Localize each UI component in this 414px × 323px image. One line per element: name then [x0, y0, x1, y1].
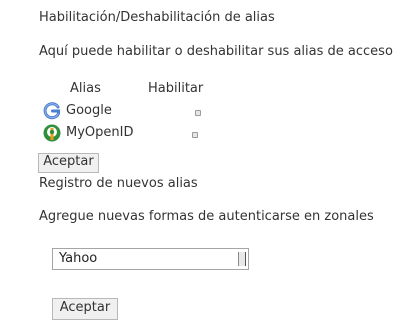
accept-register-button[interactable]: Aceptar	[52, 298, 118, 320]
alias-column-header: Alias	[70, 81, 101, 96]
alias-section-title: Habilitación/Deshabilitación de alias	[39, 10, 275, 25]
provider-select[interactable]: Yahoo	[52, 248, 249, 270]
enable-column-header: Habilitar	[148, 81, 204, 96]
google-icon	[43, 102, 61, 120]
register-section-description: Agregue nuevas formas de autenticarse en…	[39, 209, 374, 224]
alias-section-description: Aquí puede habilitar o deshabilitar sus …	[39, 44, 393, 59]
alias-label-google: Google	[66, 103, 112, 118]
provider-select-value: Yahoo	[59, 251, 98, 266]
openid-icon	[43, 124, 61, 142]
alias-label-myopenid: MyOpenID	[66, 125, 134, 140]
select-scroll-handle[interactable]	[238, 252, 246, 266]
register-section-title: Registro de nuevos alias	[39, 176, 198, 191]
enable-checkbox-myopenid[interactable]	[192, 132, 198, 138]
enable-checkbox-google[interactable]	[195, 110, 201, 116]
accept-aliases-button[interactable]: Aceptar	[38, 153, 99, 173]
